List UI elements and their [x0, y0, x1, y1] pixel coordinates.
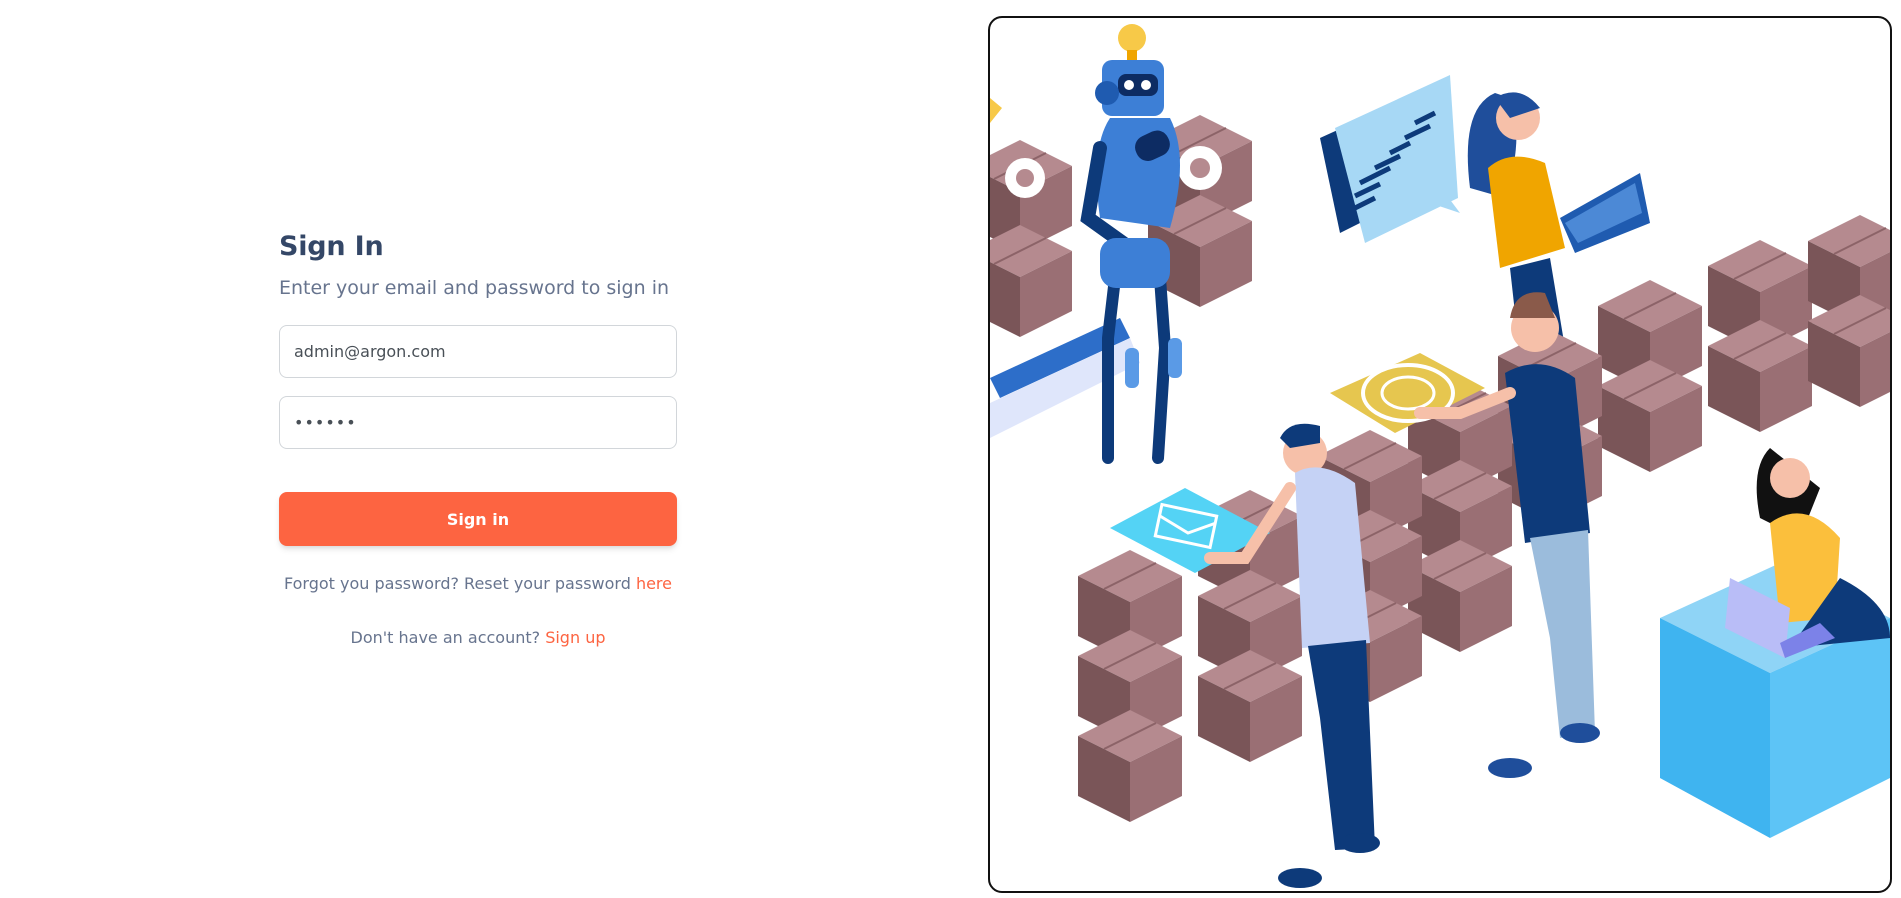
- signin-form: Sign In Enter your email and password to…: [279, 228, 677, 650]
- reset-password-link[interactable]: here: [636, 574, 672, 593]
- page-subtitle: Enter your email and password to sign in: [279, 277, 670, 299]
- signup-text: Don't have an account? Sign up: [279, 626, 677, 650]
- page-title: Sign In: [279, 231, 384, 262]
- password-field[interactable]: [279, 396, 677, 449]
- email-field[interactable]: [279, 325, 677, 378]
- signup-prefix: Don't have an account?: [350, 628, 546, 647]
- laptop-icon: [1660, 448, 1890, 838]
- login-page: Sign In Enter your email and password to…: [0, 0, 1901, 898]
- forgot-password-text: Forgot you password? Reset your password…: [279, 572, 677, 596]
- hero-illustration: [988, 16, 1892, 893]
- forgot-password-prefix: Forgot you password? Reset your password: [284, 574, 636, 593]
- chart-bubble-icon: [1320, 75, 1460, 243]
- sign-in-button[interactable]: Sign in: [279, 492, 677, 546]
- sign-up-link[interactable]: Sign up: [545, 628, 605, 647]
